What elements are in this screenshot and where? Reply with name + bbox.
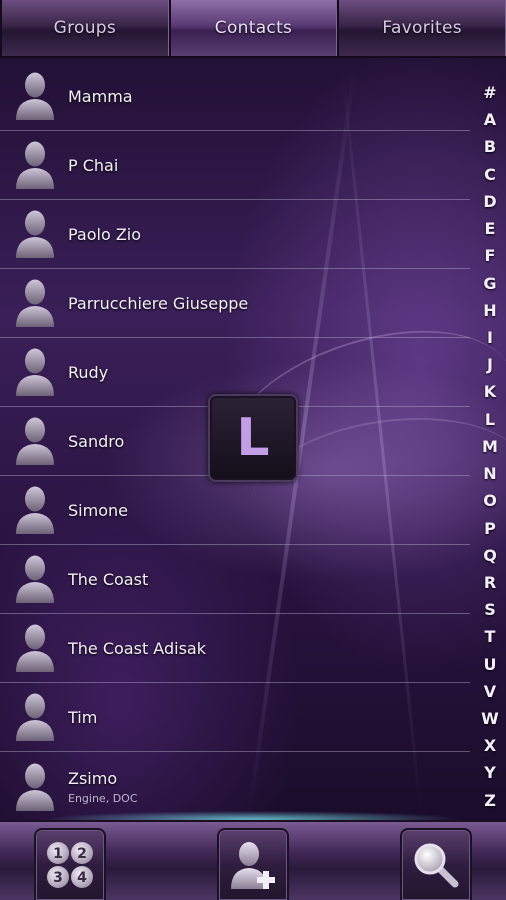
contact-text: Parrucchiere Giuseppe bbox=[68, 294, 248, 313]
search-button[interactable] bbox=[400, 828, 472, 900]
tab-favorites[interactable]: Favorites bbox=[337, 0, 506, 56]
contact-row[interactable]: Tim bbox=[0, 683, 470, 752]
contact-subtitle: Engine, DOC bbox=[68, 791, 138, 805]
index-letter[interactable]: R bbox=[484, 572, 496, 594]
index-letter[interactable]: E bbox=[485, 218, 496, 240]
contact-row[interactable]: Paolo Zio bbox=[0, 200, 470, 269]
index-letter[interactable]: O bbox=[483, 490, 497, 512]
tab-groups[interactable]: Groups bbox=[0, 0, 169, 56]
index-letter[interactable]: T bbox=[485, 626, 496, 648]
index-letter[interactable]: W bbox=[481, 708, 499, 730]
overlay-letter: L bbox=[236, 408, 270, 468]
contact-text: The Coast Adisak bbox=[68, 639, 206, 658]
fast-scroll-letter-overlay: L bbox=[208, 394, 298, 482]
person-avatar-icon bbox=[13, 70, 57, 122]
index-letter[interactable]: D bbox=[483, 191, 496, 213]
contact-name: Paolo Zio bbox=[68, 224, 142, 244]
index-letter[interactable]: C bbox=[484, 164, 496, 186]
contact-text: Simone bbox=[68, 501, 128, 520]
index-letter[interactable]: H bbox=[483, 300, 496, 322]
contact-text: Mamma bbox=[68, 87, 133, 106]
search-icon bbox=[414, 843, 459, 888]
dialpad-digit: 2 bbox=[77, 846, 87, 862]
index-letter[interactable]: L bbox=[485, 409, 495, 431]
person-avatar-icon bbox=[13, 277, 57, 329]
dialpad-digit: 4 bbox=[77, 870, 87, 886]
bottom-bar: 1 2 3 4 bbox=[0, 820, 506, 900]
bottom-glow bbox=[0, 805, 506, 821]
contact-row[interactable]: Mamma bbox=[0, 62, 470, 131]
person-avatar-icon bbox=[13, 139, 57, 191]
person-avatar-icon bbox=[13, 484, 57, 536]
index-letter[interactable]: J bbox=[487, 354, 493, 376]
contact-row[interactable]: The Coast Adisak bbox=[0, 614, 470, 683]
contact-row[interactable]: Simone bbox=[0, 476, 470, 545]
contact-name: Simone bbox=[68, 500, 128, 520]
contact-name: P Chai bbox=[68, 155, 119, 175]
contact-name: Parrucchiere Giuseppe bbox=[68, 293, 249, 313]
person-avatar-icon bbox=[13, 346, 57, 398]
index-letter[interactable]: G bbox=[483, 273, 496, 295]
contact-text: Tim bbox=[68, 708, 97, 727]
contact-name: Sandro bbox=[68, 431, 125, 451]
index-letter[interactable]: S bbox=[484, 599, 496, 621]
tab-contacts[interactable]: Contacts bbox=[168, 0, 338, 56]
person-avatar-icon bbox=[13, 691, 57, 743]
contact-row[interactable]: The Coast bbox=[0, 545, 470, 614]
person-avatar-icon bbox=[13, 553, 57, 605]
contact-name: The Coast Adisak bbox=[68, 638, 206, 658]
contact-name: Rudy bbox=[68, 362, 109, 382]
index-letter[interactable]: B bbox=[484, 136, 496, 158]
contact-text: Paolo Zio bbox=[68, 225, 141, 244]
index-letter[interactable]: Y bbox=[484, 762, 496, 784]
contact-row[interactable]: P Chai bbox=[0, 131, 470, 200]
index-letter[interactable]: # bbox=[483, 82, 496, 104]
contact-text: Zsimo Engine, DOC bbox=[68, 769, 138, 805]
person-avatar-icon bbox=[13, 622, 57, 674]
index-letter[interactable]: N bbox=[483, 463, 496, 485]
dialpad-digit: 1 bbox=[53, 846, 63, 862]
alphabet-index[interactable]: # A B C D E F G H I J K L M N O P Q R S T U V W X Y Z bbox=[476, 82, 504, 812]
contact-row[interactable]: Parrucchiere Giuseppe bbox=[0, 269, 470, 338]
contact-text: The Coast bbox=[68, 570, 148, 589]
index-letter[interactable]: K bbox=[484, 381, 496, 403]
index-letter[interactable]: F bbox=[485, 245, 496, 267]
index-letter[interactable]: A bbox=[484, 109, 496, 131]
add-contact-icon bbox=[231, 842, 275, 889]
contact-text: Rudy bbox=[68, 363, 108, 382]
contact-name: Tim bbox=[68, 707, 98, 727]
dialpad-digit: 3 bbox=[53, 870, 63, 886]
index-letter[interactable]: U bbox=[484, 654, 497, 676]
add-contact-button[interactable] bbox=[217, 828, 289, 900]
index-letter[interactable]: P bbox=[484, 518, 496, 540]
contact-text: Sandro bbox=[68, 432, 124, 451]
index-letter[interactable]: I bbox=[487, 327, 493, 349]
contacts-screen: Groups Contacts Favorites Mamma P Chai Pao… bbox=[0, 0, 506, 900]
dialpad-icon: 1 2 3 4 bbox=[47, 842, 93, 888]
dialpad-button[interactable]: 1 2 3 4 bbox=[34, 828, 106, 900]
person-avatar-icon bbox=[13, 208, 57, 260]
contact-name: Mamma bbox=[68, 86, 133, 106]
index-letter[interactable]: X bbox=[484, 735, 496, 757]
index-letter[interactable]: Q bbox=[483, 545, 497, 567]
contact-name: The Coast bbox=[68, 569, 149, 589]
index-letter[interactable]: V bbox=[484, 681, 496, 703]
tab-bar: Groups Contacts Favorites bbox=[0, 0, 506, 58]
person-avatar-icon bbox=[13, 415, 57, 467]
contact-text: P Chai bbox=[68, 156, 118, 175]
index-letter[interactable]: M bbox=[482, 436, 498, 458]
contact-name: Zsimo bbox=[68, 768, 118, 788]
